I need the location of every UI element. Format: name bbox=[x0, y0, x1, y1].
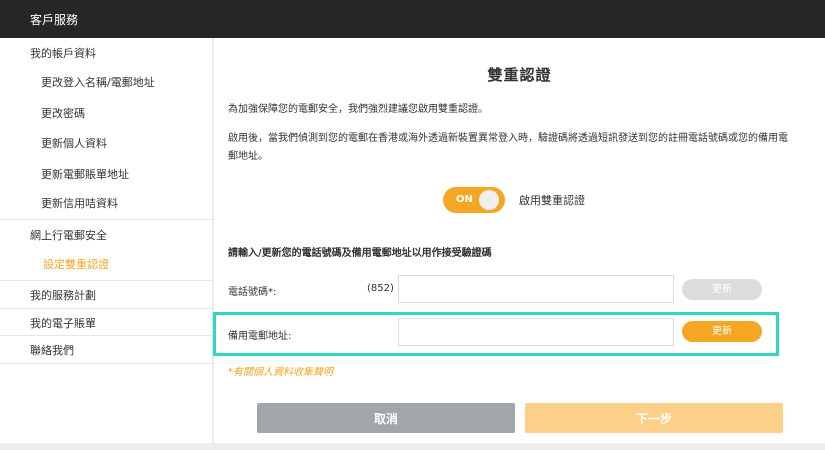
sidebar-item-label: 網上行電郵安全 bbox=[30, 229, 107, 242]
page-title: 雙重認證 bbox=[487, 66, 552, 84]
sidebar-item-label: 我的服務計劃 bbox=[30, 289, 96, 302]
sidebar-item-label: 更新電郵賬單地址 bbox=[41, 168, 129, 181]
intro-text: 為加強保障您的電郵安全，我們強烈建議您啟用雙重認證。 bbox=[228, 104, 488, 115]
toggle-knob bbox=[479, 190, 499, 210]
sidebar-item-label: 我的帳戶資料 bbox=[30, 47, 96, 60]
description-text: 啟用後，當我們偵測到您的電郵在香港或海外透過新裝置異常登入時，驗證碼將透過短訊發… bbox=[228, 133, 788, 162]
sidebar-item-label: 更新信用咭資料 bbox=[41, 197, 118, 210]
section-heading: 請輸入/更新您的電話號碼及備用電郵地址以用作接受驗證碼 bbox=[228, 248, 492, 259]
sidebar-item-label: 更新個人資料 bbox=[41, 137, 107, 150]
phone-label: 電話號碼*: bbox=[228, 287, 277, 298]
phone-update-button[interactable]: 更新 bbox=[682, 279, 762, 300]
top-bar: 客戶服務 bbox=[0, 0, 825, 38]
sidebar-divider bbox=[0, 219, 213, 220]
sidebar-item-label: 更改密碼 bbox=[41, 107, 85, 120]
toggle-label: 啟用雙重認證 bbox=[519, 194, 585, 207]
phone-input[interactable] bbox=[398, 275, 674, 303]
sidebar-item-label: 我的電子賬單 bbox=[30, 317, 96, 330]
sidebar-divider bbox=[0, 280, 213, 281]
bottom-strip bbox=[0, 443, 825, 450]
phone-prefix: (852) bbox=[367, 283, 394, 294]
next-step-button[interactable]: 下一步 bbox=[525, 403, 783, 433]
cancel-button[interactable]: 取消 bbox=[257, 403, 515, 433]
sidebar-divider bbox=[0, 335, 213, 336]
backup-email-input[interactable] bbox=[398, 318, 674, 346]
sidebar-item-label: 設定雙重認證 bbox=[43, 258, 109, 271]
sidebar-item-label: 更改登入名稱/電郵地址 bbox=[41, 76, 155, 89]
page-header-title: 客戶服務 bbox=[30, 13, 79, 27]
sidebar-divider bbox=[0, 363, 213, 364]
two-factor-toggle[interactable]: ON bbox=[443, 187, 505, 213]
backup-email-label: 備用電郵地址: bbox=[228, 331, 292, 342]
sidebar-divider bbox=[0, 308, 213, 309]
main-panel: 雙重認證 為加強保障您的電郵安全，我們強烈建議您啟用雙重認證。 啟用後，當我們偵… bbox=[213, 38, 825, 443]
sidebar-item-label: 聯絡我們 bbox=[30, 344, 74, 357]
email-update-button[interactable]: 更新 bbox=[682, 321, 762, 342]
sidebar: 我的帳戶資料 更改登入名稱/電郵地址 更改密碼 更新個人資料 更新電郵賬單地址 … bbox=[0, 38, 213, 443]
toggle-state-label: ON bbox=[456, 194, 473, 205]
privacy-statement-link[interactable]: *有關個人資料收集聲明 bbox=[228, 363, 333, 378]
